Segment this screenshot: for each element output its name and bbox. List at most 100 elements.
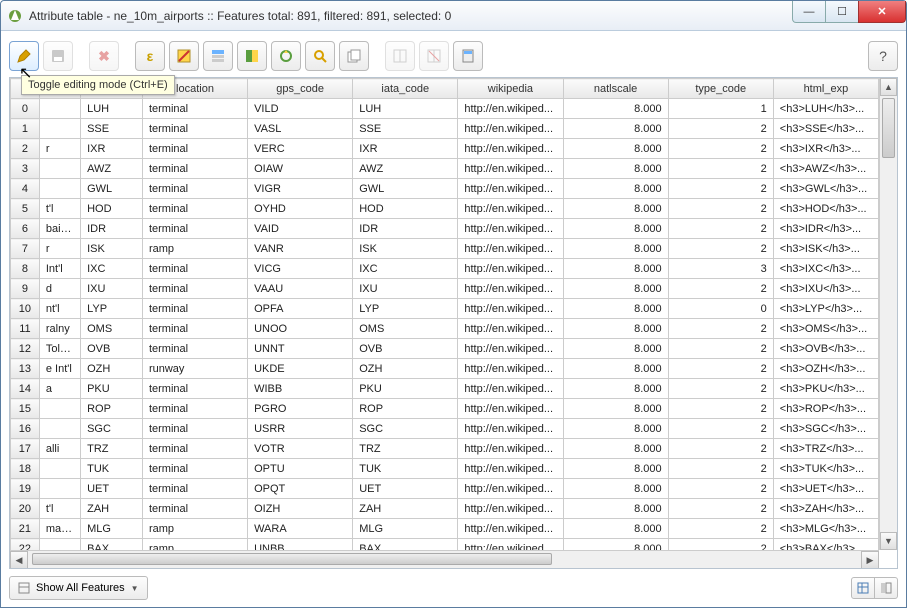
cell[interactable]: TRZ	[353, 439, 458, 459]
row-header[interactable]: 5	[11, 199, 40, 219]
cell[interactable]: d	[39, 279, 80, 299]
cell[interactable]: VILD	[248, 99, 353, 119]
cell[interactable]: 3	[668, 259, 773, 279]
cell[interactable]: WIBB	[248, 379, 353, 399]
cell[interactable]: http://en.wikiped...	[458, 499, 563, 519]
cell[interactable]: 8.000	[563, 439, 668, 459]
cell[interactable]: http://en.wikiped...	[458, 479, 563, 499]
table-row[interactable]: 4GWLterminalVIGRGWLhttp://en.wikiped...8…	[11, 179, 879, 199]
cell[interactable]: 2	[668, 239, 773, 259]
cell[interactable]: http://en.wikiped...	[458, 159, 563, 179]
row-header[interactable]: 4	[11, 179, 40, 199]
scroll-up-button[interactable]: ▲	[880, 78, 897, 96]
table-scroll[interactable]: location gps_code iata_code wikipedia na…	[10, 78, 879, 550]
cell[interactable]	[39, 419, 80, 439]
cell[interactable]: ZAH	[81, 499, 143, 519]
cell[interactable]: terminal	[142, 179, 247, 199]
horizontal-scrollbar[interactable]: ◀ ▶	[10, 550, 879, 568]
cell[interactable]: VAAU	[248, 279, 353, 299]
cell[interactable]: 8.000	[563, 179, 668, 199]
cell[interactable]: terminal	[142, 99, 247, 119]
cell[interactable]: terminal	[142, 159, 247, 179]
cell[interactable]: TUK	[353, 459, 458, 479]
cell[interactable]: <h3>TUK</h3>...	[773, 459, 878, 479]
cell[interactable]: 2	[668, 219, 773, 239]
table-row[interactable]: 2rIXRterminalVERCIXRhttp://en.wikiped...…	[11, 139, 879, 159]
cell[interactable]: VERC	[248, 139, 353, 159]
cell[interactable]: <h3>MLG</h3>...	[773, 519, 878, 539]
cell[interactable]: 8.000	[563, 339, 668, 359]
cell[interactable]: IXR	[81, 139, 143, 159]
cell[interactable]: 8.000	[563, 399, 668, 419]
column-header[interactable]: html_exp	[773, 79, 878, 99]
row-header[interactable]: 16	[11, 419, 40, 439]
cell[interactable]: 2	[668, 419, 773, 439]
cell[interactable]: 2	[668, 479, 773, 499]
table-row[interactable]: 16SGCterminalUSRRSGChttp://en.wikiped...…	[11, 419, 879, 439]
cell[interactable]: 2	[668, 139, 773, 159]
cell[interactable]: terminal	[142, 459, 247, 479]
table-row[interactable]: 11ralnyOMSterminalUNOOOMShttp://en.wikip…	[11, 319, 879, 339]
cell[interactable]: 8.000	[563, 99, 668, 119]
cell[interactable]: 2	[668, 119, 773, 139]
cell[interactable]: <h3>AWZ</h3>...	[773, 159, 878, 179]
cell[interactable]: 2	[668, 439, 773, 459]
cell[interactable]: LUH	[353, 99, 458, 119]
cell[interactable]: GWL	[353, 179, 458, 199]
cell[interactable]: 8.000	[563, 199, 668, 219]
cell[interactable]: http://en.wikiped...	[458, 179, 563, 199]
cell[interactable]: http://en.wikiped...	[458, 359, 563, 379]
cell[interactable]: PKU	[353, 379, 458, 399]
cell[interactable]: terminal	[142, 399, 247, 419]
cell[interactable]: ramp	[142, 239, 247, 259]
cell[interactable]: MLG	[81, 519, 143, 539]
cell[interactable]: <h3>IDR</h3>...	[773, 219, 878, 239]
cell[interactable]: IXR	[353, 139, 458, 159]
cell[interactable]: 2	[668, 359, 773, 379]
cell[interactable]: ISK	[353, 239, 458, 259]
cell[interactable]: <h3>IXC</h3>...	[773, 259, 878, 279]
cell[interactable]: HOD	[353, 199, 458, 219]
cell[interactable]: SGC	[81, 419, 143, 439]
toggle-editing-button[interactable]	[9, 41, 39, 71]
move-selection-top-button[interactable]	[203, 41, 233, 71]
cell[interactable]: 8.000	[563, 219, 668, 239]
cell[interactable]: terminal	[142, 139, 247, 159]
table-row[interactable]: 14aPKUterminalWIBBPKUhttp://en.wikiped..…	[11, 379, 879, 399]
cell[interactable]: OPTU	[248, 459, 353, 479]
cell[interactable]: VANR	[248, 239, 353, 259]
cell[interactable]	[39, 99, 80, 119]
cell[interactable]: <h3>ZAH</h3>...	[773, 499, 878, 519]
cell[interactable]: terminal	[142, 439, 247, 459]
zoom-to-selected-button[interactable]	[305, 41, 335, 71]
cell[interactable]: OPQT	[248, 479, 353, 499]
table-row[interactable]: 10nt'lLYPterminalOPFALYPhttp://en.wikipe…	[11, 299, 879, 319]
cell[interactable]: 8.000	[563, 319, 668, 339]
column-header[interactable]: gps_code	[248, 79, 353, 99]
table-row[interactable]: 9dIXUterminalVAAUIXUhttp://en.wikiped...…	[11, 279, 879, 299]
cell[interactable]: 2	[668, 179, 773, 199]
column-header[interactable]: wikipedia	[458, 79, 563, 99]
cell[interactable]: OMS	[81, 319, 143, 339]
cell[interactable]: 2	[668, 539, 773, 551]
table-row[interactable]: 13e Int'lOZHrunwayUKDEOZHhttp://en.wikip…	[11, 359, 879, 379]
cell[interactable]: Int'l	[39, 259, 80, 279]
scroll-right-button[interactable]: ▶	[861, 551, 879, 569]
cell[interactable]: ralny	[39, 319, 80, 339]
cell[interactable]: IXU	[353, 279, 458, 299]
cell[interactable]: PKU	[81, 379, 143, 399]
column-header[interactable]: natlscale	[563, 79, 668, 99]
hscroll-thumb[interactable]	[32, 553, 552, 565]
cell[interactable]: <h3>OVB</h3>...	[773, 339, 878, 359]
row-header[interactable]: 12	[11, 339, 40, 359]
table-row[interactable]: 21man S...MLGrampWARAMLGhttp://en.wikipe…	[11, 519, 879, 539]
cell[interactable]: terminal	[142, 259, 247, 279]
cell[interactable]: t'l	[39, 199, 80, 219]
cell[interactable]: 8.000	[563, 159, 668, 179]
cell[interactable]: <h3>IXU</h3>...	[773, 279, 878, 299]
table-row[interactable]: 18TUKterminalOPTUTUKhttp://en.wikiped...…	[11, 459, 879, 479]
table-row[interactable]: 17alliTRZterminalVOTRTRZhttp://en.wikipe…	[11, 439, 879, 459]
row-header[interactable]: 11	[11, 319, 40, 339]
cell[interactable]: <h3>OMS</h3>...	[773, 319, 878, 339]
cell[interactable]: alli	[39, 439, 80, 459]
